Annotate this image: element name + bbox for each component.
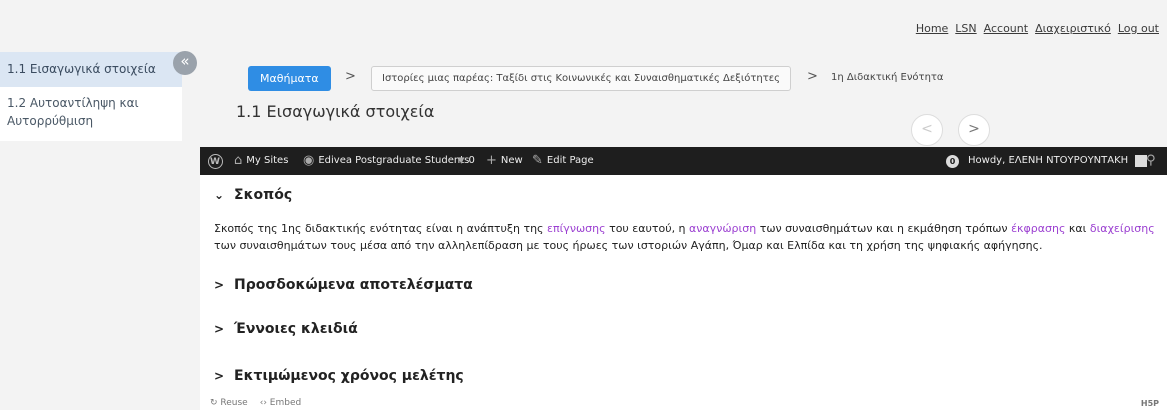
comment-icon: ▾	[458, 153, 465, 168]
my-sites-menu[interactable]: ⌂ My Sites	[234, 147, 288, 175]
text-segment: Σκοπός της 1ης διδακτικής ενότητας είναι…	[214, 222, 548, 235]
comments-menu[interactable]: ▾ 0	[458, 147, 475, 175]
chevron-right-icon: >	[214, 278, 225, 292]
nav-logout-link[interactable]: Log out	[1118, 22, 1159, 35]
accordion-key-concepts-header[interactable]: > Έννοιες κλειδιά	[214, 321, 358, 337]
accordion-title: Έννοιες κλειδιά	[234, 321, 358, 337]
glossary-link[interactable]: επίγνωσης	[547, 222, 606, 235]
plus-icon: +	[486, 153, 497, 168]
sites-icon: ⌂	[234, 153, 243, 168]
text-segment: του εαυτού, η	[605, 222, 690, 235]
embed-button[interactable]: ‹› Embed	[260, 398, 301, 408]
sidebar-item-introduction[interactable]: 1.1 Εισαγωγικά στοιχεία	[0, 52, 182, 87]
chevron-right-icon: >	[214, 369, 225, 383]
new-label: New	[500, 155, 523, 166]
chevron-right-icon: >	[214, 322, 225, 336]
reuse-button[interactable]: ↻ Reuse	[210, 398, 248, 408]
nav-home-link[interactable]: Home	[916, 22, 948, 35]
top-bar: Home LSN Account Διαχειριστικό Log out	[0, 0, 1167, 46]
comments-count: 0	[468, 155, 475, 166]
glossary-link[interactable]: διαχείρισης	[1090, 222, 1155, 235]
edit-page-link[interactable]: ✎ Edit Page	[532, 147, 594, 175]
sidebar-item-self-awareness[interactable]: 1.2 Αυτοαντίληψη και Αυτορρύθμιση	[0, 87, 182, 141]
text-segment: των συναισθημάτων και η εκμάθηση τρόπων	[756, 222, 1012, 235]
h5p-footer: ↻ Reuse ‹› Embed	[210, 398, 1160, 408]
account-menu[interactable]: Howdy, ΕΛΕΝΗ ΝΤΟΥΡΟΥΝΤΑΚΗ	[968, 147, 1148, 175]
accordion-purpose-header[interactable]: ⌄ Σκοπός	[214, 187, 292, 203]
my-sites-label: My Sites	[246, 155, 289, 166]
reuse-icon: ↻	[210, 398, 221, 408]
embed-icon: ‹›	[259, 398, 270, 408]
text-segment: των συναισθημάτων τους μέσα από την αλλη…	[214, 239, 1043, 252]
page-title: 1.1 Εισαγωγικά στοιχεία	[236, 102, 435, 121]
main-content: ⌄ Σκοπός Σκοπός της 1ης διδακτικής ενότη…	[200, 175, 1167, 410]
h5p-logo[interactable]: H5P	[1141, 399, 1159, 408]
text-segment: και	[1065, 222, 1090, 235]
content-header: Μαθήματα > Ιστορίες μιας παρέας: Ταξίδι …	[200, 46, 1167, 147]
new-content-menu[interactable]: + New	[486, 147, 523, 175]
nav-admin-link[interactable]: Διαχειριστικό	[1035, 22, 1111, 35]
glossary-link[interactable]: έκφρασης	[1011, 222, 1065, 235]
breadcrumb-separator-icon: >	[345, 69, 356, 84]
previous-page-button[interactable]: <	[911, 114, 943, 146]
site-menu[interactable]: ◉ Edivea Postgraduate Students	[303, 147, 469, 175]
dashboard-icon: ◉	[303, 153, 315, 168]
breadcrumb-separator-icon: >	[807, 69, 818, 84]
purpose-text: Σκοπός της 1ης διδακτικής ενότητας είναι…	[214, 220, 1159, 254]
notification-count: 0	[946, 154, 959, 168]
embed-label: Embed	[269, 398, 302, 408]
top-nav: Home LSN Account Διαχειριστικό Log out	[916, 22, 1159, 35]
accordion-title: Προσδοκώμενα αποτελέσματα	[234, 277, 473, 293]
nav-lsn-link[interactable]: LSN	[955, 22, 976, 35]
pencil-icon: ✎	[532, 153, 543, 168]
accordion-title: Σκοπός	[234, 187, 293, 203]
site-name-label: Edivea Postgraduate Students	[318, 155, 470, 166]
search-icon[interactable]: ⚲	[1146, 147, 1156, 175]
notifications-badge[interactable]: 0	[946, 147, 959, 175]
breadcrumb-courses-button[interactable]: Μαθήματα	[248, 66, 331, 91]
wp-admin-bar: ⌂ My Sites ◉ Edivea Postgraduate Student…	[200, 147, 1167, 176]
accordion-title: Εκτιμώμενος χρόνος μελέτης	[234, 368, 464, 384]
glossary-link[interactable]: αναγνώριση	[689, 222, 756, 235]
howdy-label: Howdy, ΕΛΕΝΗ ΝΤΟΥΡΟΥΝΤΑΚΗ	[968, 155, 1129, 166]
accordion-expected-results-header[interactable]: > Προσδοκώμενα αποτελέσματα	[214, 277, 473, 293]
breadcrumb-unit: 1η Διδακτική Ενότητα	[831, 72, 944, 83]
chevron-down-icon: ⌄	[214, 188, 225, 202]
next-page-button[interactable]: >	[958, 114, 990, 146]
sidebar: 1.1 Εισαγωγικά στοιχεία 1.2 Αυτοαντίληψη…	[0, 46, 200, 410]
edit-page-label: Edit Page	[546, 155, 594, 166]
breadcrumb-course-link[interactable]: Ιστορίες μιας παρέας: Ταξίδι στις Κοινων…	[371, 66, 792, 91]
accordion-study-time-header[interactable]: > Εκτιμώμενος χρόνος μελέτης	[214, 368, 464, 384]
wordpress-logo-icon[interactable]	[208, 147, 223, 176]
reuse-label: Reuse	[220, 398, 248, 408]
collapse-sidebar-button[interactable]: «	[173, 51, 197, 75]
nav-account-link[interactable]: Account	[984, 22, 1028, 35]
